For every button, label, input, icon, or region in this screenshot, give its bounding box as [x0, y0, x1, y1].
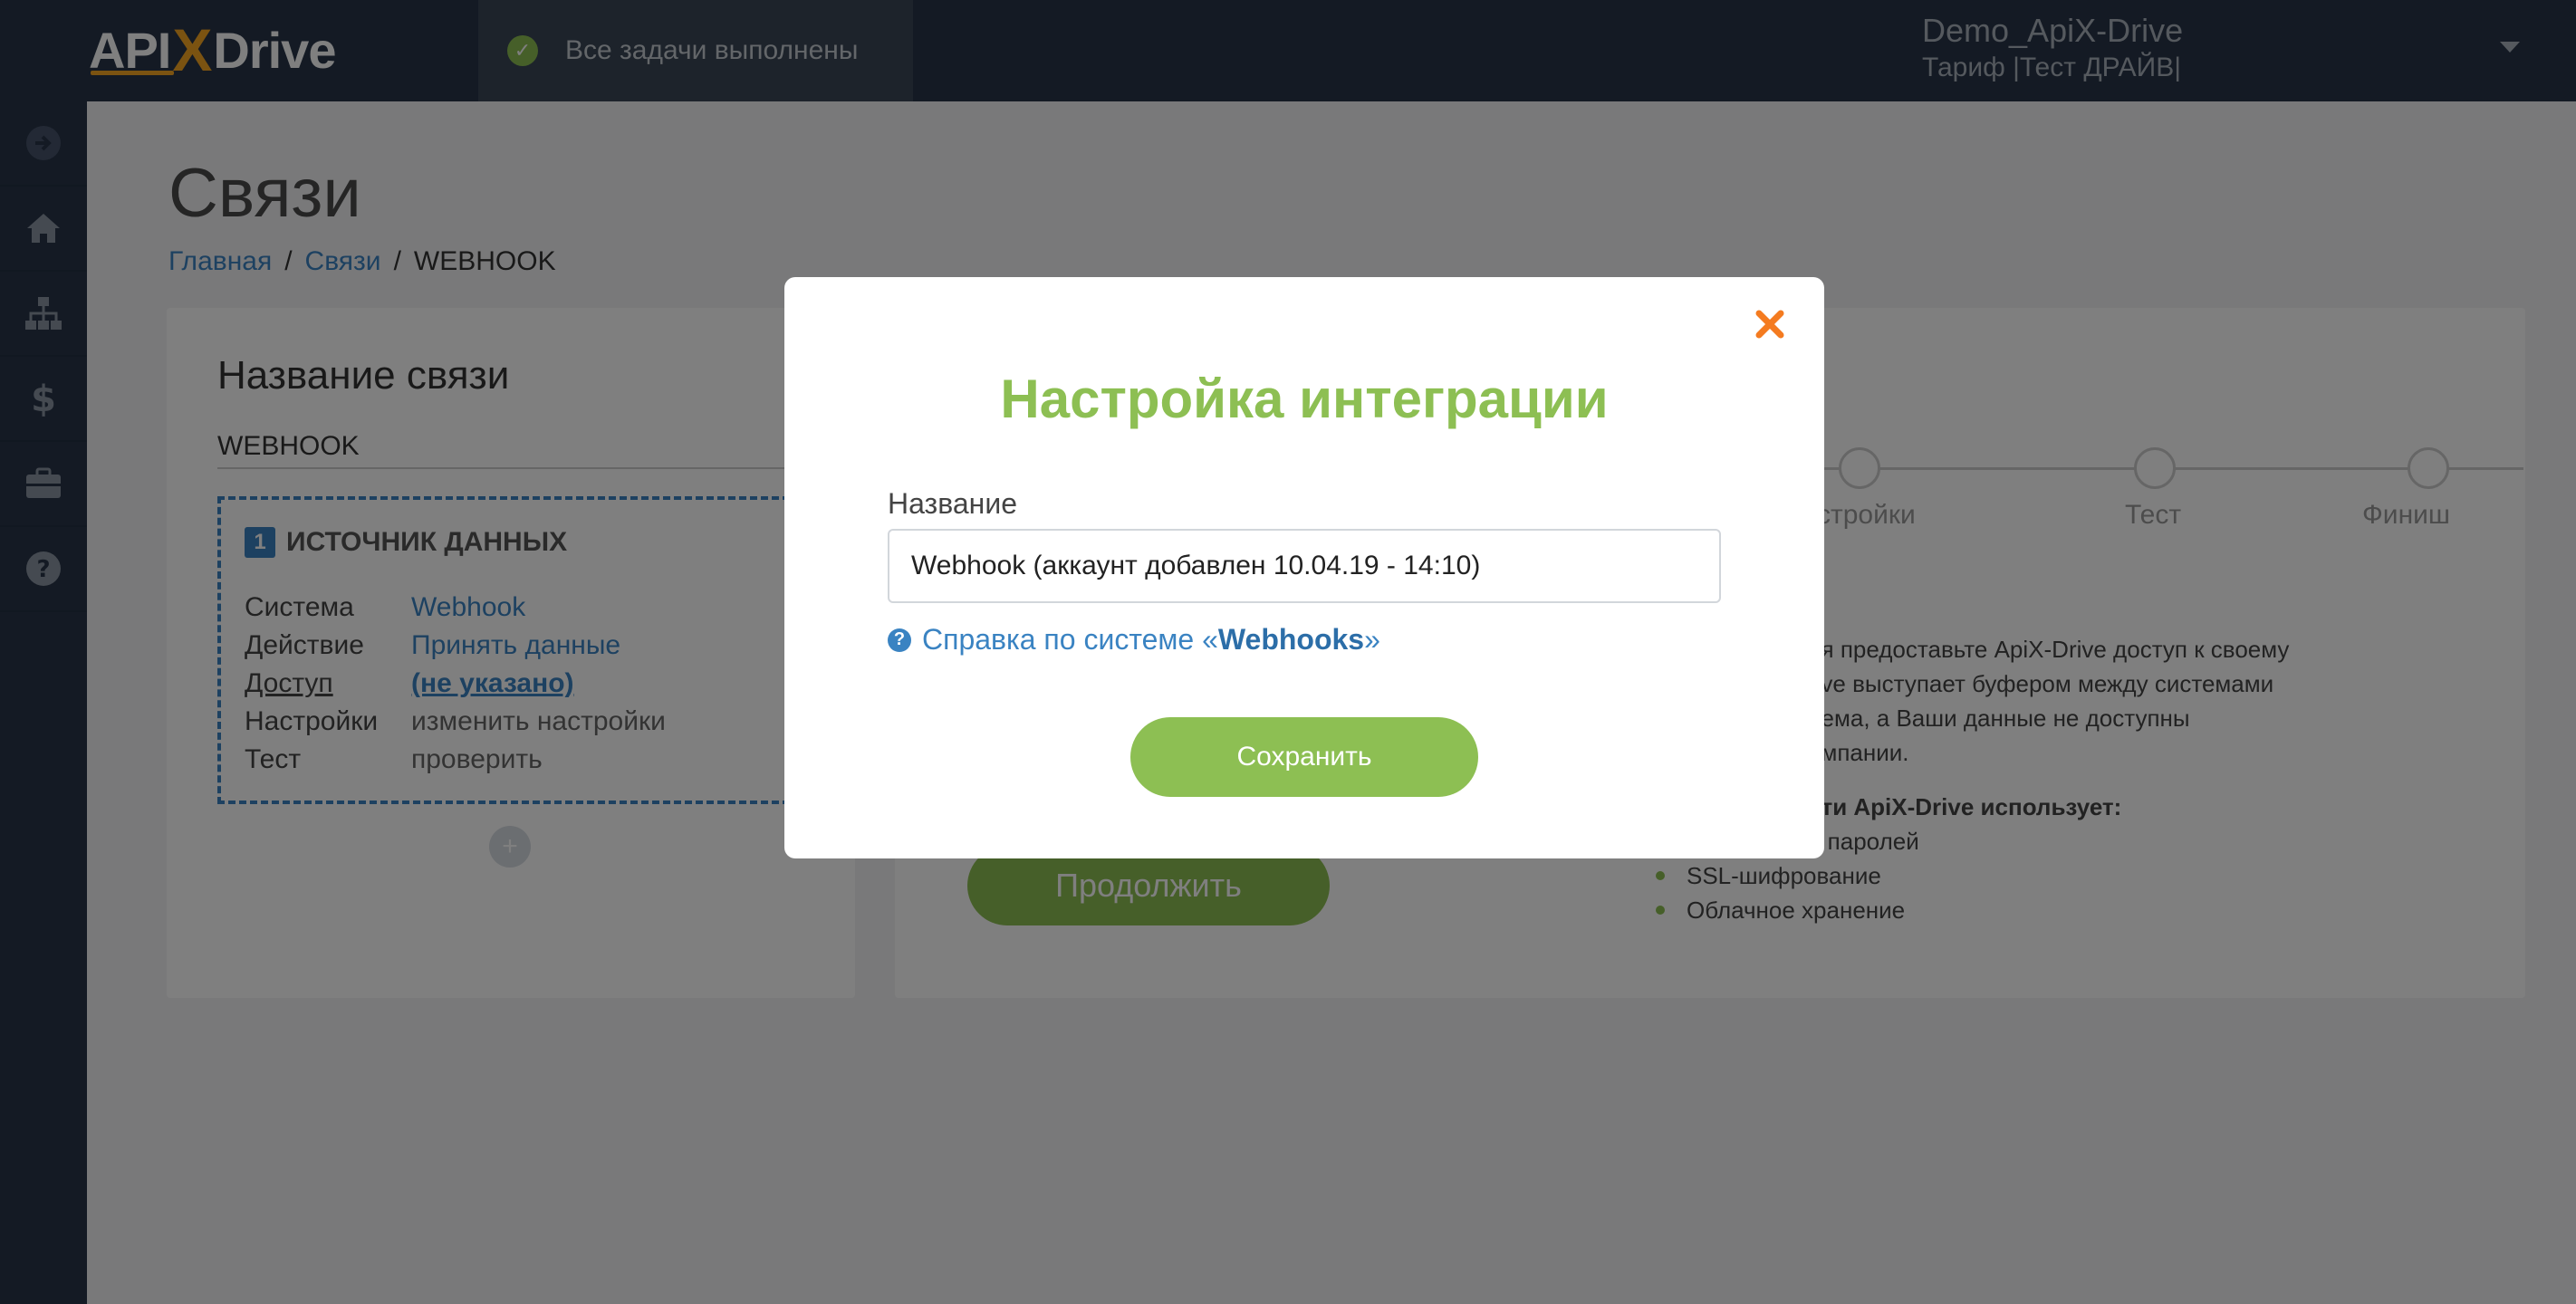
modal-title: Настройка интеграции [1000, 369, 1609, 429]
save-button[interactable]: Сохранить [1130, 717, 1478, 797]
help-system: Webhooks [1217, 623, 1365, 656]
name-label: Название [888, 487, 1017, 520]
question-circle-icon: ? [888, 628, 911, 652]
help-link[interactable]: ? Справка по системе «Webhooks» [888, 623, 1380, 657]
integration-name-input[interactable] [888, 529, 1721, 603]
integration-settings-modal: Настройка интеграции Название ? Справка … [784, 277, 1824, 858]
help-suffix: » [1364, 623, 1380, 656]
help-prefix: Справка по системе « [922, 623, 1218, 656]
close-icon[interactable] [1752, 306, 1788, 342]
